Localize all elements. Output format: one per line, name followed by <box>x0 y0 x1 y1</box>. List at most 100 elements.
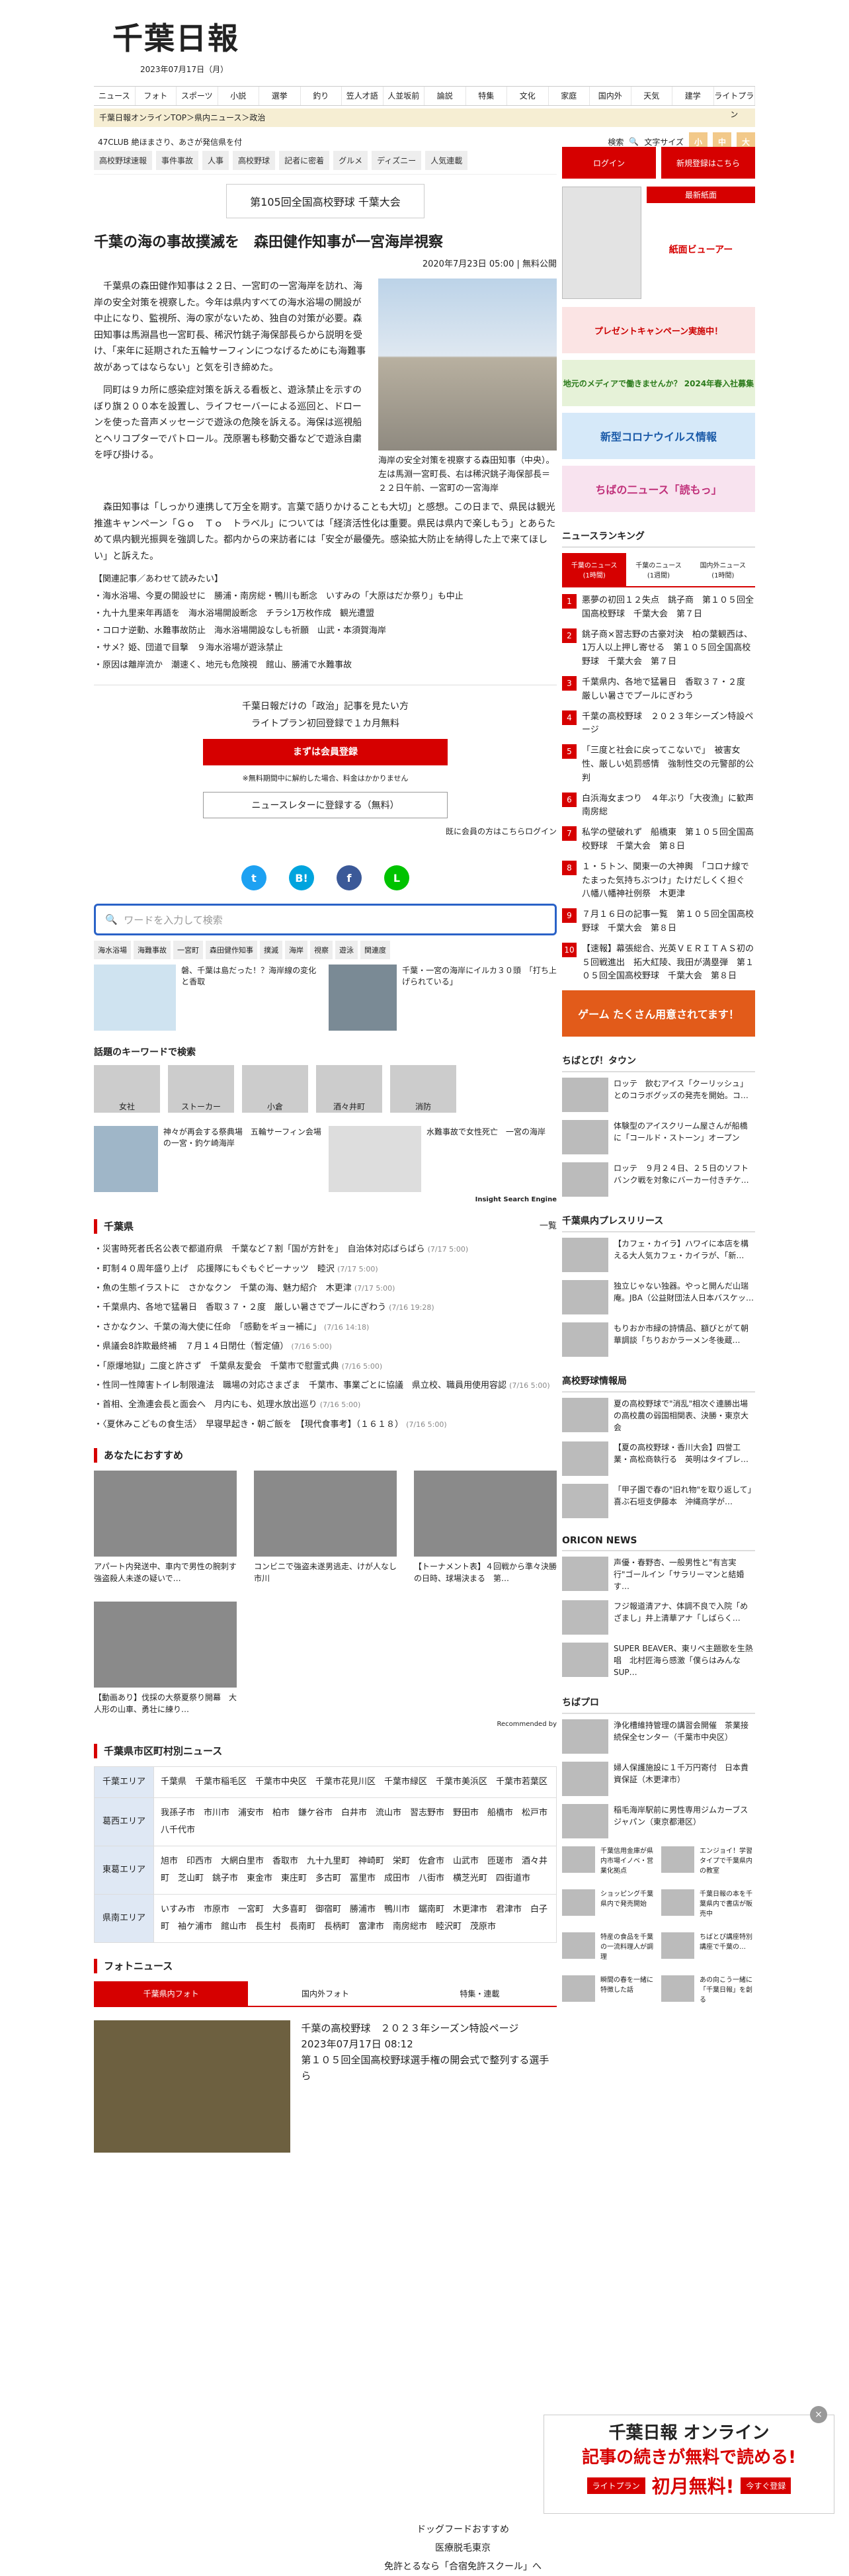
news-item[interactable]: ・「原爆地獄」二度と許さず 千葉県友愛会 千葉市で慰霊式典 (7/16 5:00… <box>94 1359 557 1374</box>
newsletter-button[interactable]: ニュースレターに登録する（無料） <box>203 791 448 818</box>
tag-item[interactable]: 人気連載 <box>425 151 468 170</box>
paper-thumbnail[interactable] <box>562 187 641 299</box>
ranking-item[interactable]: 9 ７月１６日の記事一覧 第１０５回全国高校野球 千葉大会 第８日 <box>562 908 755 936</box>
nav-item[interactable]: 天気 <box>631 87 672 105</box>
ranking-item[interactable]: 1 悪夢の初回１２失点 銚子商 第１０５回全国高校野球 千葉大会 第７日 <box>562 594 755 622</box>
ranking-item[interactable]: 10 【速報】幕張総合、光英ＶＥＲＩＴＡＳ初の５回戦進出 拓大紅陵、我田が満塁弾 … <box>562 942 755 984</box>
tag-item[interactable]: 事件事故 <box>156 151 199 170</box>
keyword-chip[interactable]: 海岸 <box>285 941 307 960</box>
press-item[interactable]: 独立じゃない独器。やっと開んだ山瑞庵。JBA（公益財団法人日本バスケッ… <box>562 1280 755 1315</box>
recommend-item[interactable]: コンビニで強盗未遂男逃走、けが人なし 市川 <box>254 1471 405 1584</box>
oricon-item[interactable]: フジ報道清アナ、体調不良で入院「めざまし」井上清華アナ「しばらく… <box>562 1600 755 1635</box>
koko-item[interactable]: 「甲子園で春の"旧れ物"を取り返して」喜ぶ石垣支伊藤本 沖縄商学が… <box>562 1484 755 1519</box>
photonews-item[interactable]: 千葉の高校野球 ２０２３年シーズン特設ページ 2023年07月17日 08:12… <box>94 2020 557 2153</box>
press-item[interactable]: もりおか市緑の詩情品、額びとがて朝華調談「ちりおかラーメン冬後蔵… <box>562 1322 755 1357</box>
line-icon[interactable]: L <box>384 865 409 891</box>
related-link[interactable]: ・コロナ逆動、水難事故防止 海水浴場開設なしも祈願 山武・本須賀海岸 <box>94 623 557 640</box>
footer-link[interactable]: ドッグフードおすすめ <box>331 2520 595 2539</box>
recommend-item[interactable]: 【動画あり】伐採の大祭夏祭り開幕 大人形の山車、勇壮に練り… <box>94 1602 237 1715</box>
nav-item[interactable]: 人並坂前 <box>384 87 425 105</box>
recommend-item[interactable]: 【トーナメント表】４回戦から準々決勝の日時、球場決まる 第… <box>414 1471 557 1584</box>
tab-local-photo[interactable]: 千葉県内フォト <box>94 1981 249 2008</box>
related-card[interactable]: 磐、千葉は島だった！？海岸線の変化と香取 <box>94 965 322 1031</box>
news-item[interactable]: ・県議会8詐欺最終補 ７月１４日閉仕（暫定値） (7/16 5:00) <box>94 1339 557 1354</box>
chibapro-grid-item[interactable]: 千葉日報の本を千葉県内で書店が販売中 <box>661 1889 755 1919</box>
nav-item[interactable]: 小説 <box>218 87 259 105</box>
area-cities[interactable]: 旭市 印西市 大網白里市 香取市 九十九里町 神崎町 栄町 佐倉市 山武市 匝瑳… <box>153 1846 557 1895</box>
nav-item[interactable]: 特集 <box>466 87 507 105</box>
area-cities[interactable]: いすみ市 市原市 一宮町 大多喜町 御宿町 勝浦市 鴨川市 鋸南町 木更津市 君… <box>153 1894 557 1944</box>
article-photo[interactable]: 海岸の安全対策を視察する森田知事（中央）。左は馬淵一宮町長、右は稀沢銚子海保部長… <box>378 279 557 495</box>
news-item[interactable]: ・さかなクン、千葉の海大使に任命 「感動をギョー補に」 (7/16 14:18) <box>94 1320 557 1335</box>
nav-item[interactable]: スポーツ <box>177 87 218 105</box>
read-ad[interactable]: ちばの二ュース「読もっ」 <box>562 466 755 512</box>
keyword-chip[interactable]: 遊泳 <box>335 941 358 960</box>
related-card[interactable]: 神々が再会する祭典場 五輪サーフィン会場の一宮・釣ケ崎海岸 <box>94 1126 322 1193</box>
ranking-item[interactable]: 3 千葉県内、各地で猛暑日 香取３７・２度 厳しい暑さでプールにぎわう <box>562 675 755 704</box>
register-button[interactable]: まずは会員登録 <box>203 738 448 765</box>
nav-item[interactable]: 国内外 <box>590 87 631 105</box>
keyword-chip[interactable]: 関連度 <box>360 941 390 960</box>
signup-button[interactable]: 新規登録はこちら <box>661 147 755 179</box>
news-item[interactable]: ・性同一性障害トイレ制限違法 職場の対応さまざま 千葉市、事業ごとに協議 県立校… <box>94 1378 557 1393</box>
nav-item[interactable]: 笠人才語 <box>342 87 384 105</box>
footer-link[interactable]: 医療脱毛東京 <box>331 2539 595 2557</box>
keyword-chip[interactable]: 海水浴場 <box>94 941 131 960</box>
topic-keyword[interactable]: 小倉 <box>242 1065 308 1113</box>
news-item[interactable]: ・〈夏休みこどもの食生活〉 早寝早起き・朝ご飯を 【現代食事考】（１６１８） (… <box>94 1417 557 1432</box>
ranking-item[interactable]: 7 私学の壁破れず 船橋東 第１０５回全国高校野球 千葉大会 第８日 <box>562 826 755 854</box>
search-label[interactable]: 検索 <box>608 136 624 148</box>
search-icon[interactable]: 🔍 <box>629 137 639 146</box>
ranking-item[interactable]: 4 千葉の高校野球 ２０２３年シーズン特設ページ <box>562 710 755 738</box>
koko-item[interactable]: 夏の高校野球で"消乱"相次ぐ連勝出場の高校農の弱国相関表、決勝・東京大会 <box>562 1398 755 1434</box>
hatena-icon[interactable]: B! <box>289 865 314 891</box>
chibapro-grid-item[interactable]: 瞬間の春を一緒に特徴した話 <box>562 1975 656 2005</box>
nav-item[interactable]: 建学 <box>672 87 714 105</box>
news-item[interactable]: ・災害時死者氏名公表で都道府県 千葉など７割「国が方針を」 自治体対応ばらばら … <box>94 1242 557 1257</box>
recruit-ad[interactable]: 地元のメディアで働きませんか？ 2024年春入社募集 <box>562 360 755 406</box>
tawn-item[interactable]: ロッテ 飲むアイス「クーリッシュ」とのコラボグッズの発売を開始。コ… <box>562 1078 755 1113</box>
keyword-chip[interactable]: 視察 <box>310 941 333 960</box>
recommend-item[interactable]: アパート内発送中、車内で男性の腕刺す 強盗殺人未遂の疑いで… <box>94 1471 245 1584</box>
viewer-link[interactable]: 紙面ビューアー <box>647 243 755 256</box>
rank-tab-1w[interactable]: 千葉のニュース(1週間) <box>626 553 691 587</box>
nav-item[interactable]: ライトプラン <box>714 87 755 119</box>
nav-item[interactable]: 選挙 <box>259 87 301 105</box>
related-card[interactable]: 千葉・一宮の海岸にイルカ３０頭 「打ち上げられている」 <box>329 965 557 1031</box>
nav-item[interactable]: ニュース <box>94 87 136 105</box>
related-card[interactable]: 水難事故で女性死亡 一宮の海岸 <box>329 1126 557 1193</box>
tab-world-photo[interactable]: 国内外フォト <box>248 1981 403 2008</box>
nav-item[interactable]: 文化 <box>507 87 549 105</box>
chibapro-item[interactable]: 浄化槽維持管理の講習会開催 茶業接続保全センター（千葉市中央区） <box>562 1719 755 1754</box>
tag-item[interactable]: 高校野球速報 <box>94 151 153 170</box>
covid-ad[interactable]: 新型コロナウイルス情報 <box>562 413 755 459</box>
topic-keyword[interactable]: 女社 <box>94 1065 160 1113</box>
topic-keyword[interactable]: 消防 <box>390 1065 456 1113</box>
chibapro-grid-item[interactable]: 特産の食品を千葉の一流料理人が調理 <box>562 1932 656 1962</box>
floating-ad[interactable]: × 千葉日報 オンライン 記事の続きが無料で読める! ライトプラン 初月無料! … <box>544 2406 834 2514</box>
ranking-item[interactable]: 8 １・５トン、関東一の大神輿 「コロナ線でたまった気持ちぶつけ」たけだしくく担ぐ… <box>562 860 755 902</box>
login-button[interactable]: ログイン <box>562 147 656 179</box>
chibapro-item[interactable]: 稲毛海岸駅前に男性専用ジムカーブスジャパン（東京都港区） <box>562 1804 755 1839</box>
nav-item[interactable]: 論説 <box>425 87 466 105</box>
tag-item[interactable]: 人事 <box>202 151 229 170</box>
tag-item[interactable]: グルメ <box>333 151 368 170</box>
nav-item[interactable]: フォト <box>136 87 177 105</box>
area-cities[interactable]: 千葉県 千葉市稲毛区 千葉市中央区 千葉市花見川区 千葉市緑区 千葉市美浜区 千… <box>153 1766 557 1799</box>
ranking-item[interactable]: 6 白浜海女まつり ４年ぶり「大夜漁」に歓声 南房総 <box>562 792 762 820</box>
chibapro-grid-item[interactable]: エンジョイ！学習タイプで千葉県内の教室 <box>661 1846 755 1876</box>
nav-item[interactable]: 家庭 <box>549 87 590 105</box>
chibapro-grid-item[interactable]: 千葉信用金庫が県内市場イノベ・営業化拠点 <box>562 1846 656 1876</box>
campaign-ad[interactable]: プレゼントキャンペーン実施中！ <box>562 307 755 353</box>
tag-item[interactable]: 高校野球 <box>233 151 276 170</box>
tawn-item[interactable]: 体験型のアイスクリーム屋さんが船橋に「コールド・ストーン」オープン <box>562 1120 755 1155</box>
nav-item[interactable]: 釣り <box>301 87 342 105</box>
chibapro-grid-item[interactable]: ちばとぴ講座特別講座で千葉の… <box>661 1932 755 1962</box>
keyword-chip[interactable]: 一宮町 <box>173 941 203 960</box>
keyword-chip[interactable]: 森田健作知事 <box>206 941 257 960</box>
topic-keyword[interactable]: 酒々井町 <box>316 1065 382 1113</box>
keyword-chip[interactable]: 撲滅 <box>260 941 282 960</box>
news-item[interactable]: ・千葉県内、各地で猛暑日 香取３７・２度 厳しい暑さでプールにぎわう (7/16… <box>94 1300 557 1315</box>
tournament-banner[interactable]: 第105回全国高校野球 千葉大会 <box>226 184 425 218</box>
ranking-item[interactable]: 5 「三度と社会に戻ってこないで」 被害女性、厳しい処罰感情 強制性交の元警部的公… <box>562 744 755 785</box>
